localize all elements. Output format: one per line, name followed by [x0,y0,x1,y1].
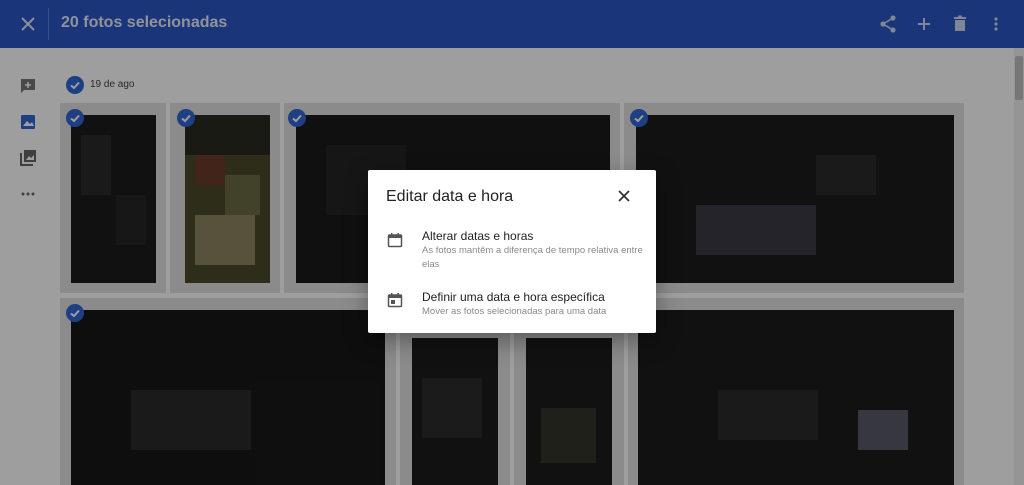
option-description: As fotos mantêm a diferença de tempo rel… [422,245,643,270]
option-title: Alterar datas e horas [422,229,534,243]
close-icon[interactable] [616,188,632,204]
calendar-event-icon [387,292,403,308]
dialog-title: Editar data e hora [386,188,514,205]
option-set-specific-date[interactable]: Definir uma data e hora específica Mover… [368,290,656,326]
edit-date-dialog: Editar data e hora Alterar datas e horas… [368,170,656,333]
option-description: Mover as fotos selecionadas para uma dat… [422,306,607,317]
calendar-icon [387,232,403,248]
option-title: Definir uma data e hora específica [422,290,605,304]
option-change-dates[interactable]: Alterar datas e horas As fotos mantêm a … [368,228,656,278]
